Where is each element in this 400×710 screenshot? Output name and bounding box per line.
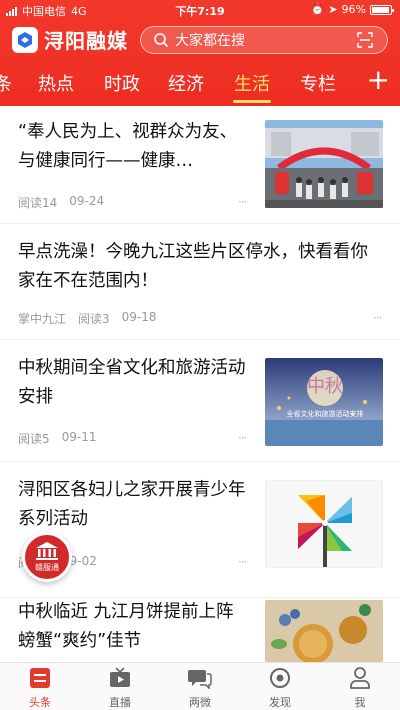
news-thumbnail bbox=[265, 600, 383, 662]
chat-icon bbox=[188, 670, 212, 690]
news-meta: 阅读14 09-24 bbox=[18, 194, 104, 211]
nav-wechat-weibo[interactable]: 两微 bbox=[170, 667, 230, 710]
news-title: 中秋临近 九江月饼提前上阵 螃蟹“爽约”佳节 bbox=[18, 602, 234, 651]
news-title: “奉人民为上、视群众为友、与健康同行——健康… bbox=[18, 122, 238, 171]
headline-icon bbox=[30, 668, 50, 688]
thumb-subtitle-text: 全省文化和旅游活动安排 bbox=[287, 409, 364, 418]
gan-fu-tong-button[interactable]: 赣服通 bbox=[22, 532, 72, 582]
tv-icon bbox=[110, 667, 130, 687]
alarm-icon: ⏰ bbox=[310, 3, 325, 16]
nav-label: 直播 bbox=[109, 696, 131, 709]
nav-headline[interactable]: 头条 bbox=[10, 667, 70, 710]
read-count: 阅读5 bbox=[18, 432, 50, 446]
tab-life[interactable]: 生活 bbox=[234, 70, 270, 96]
publish-date: 09-11 bbox=[61, 430, 97, 444]
read-count: 阅读14 bbox=[18, 196, 58, 210]
more-options-icon[interactable]: ··· bbox=[238, 195, 248, 209]
nav-label: 我 bbox=[354, 696, 366, 709]
search-icon bbox=[154, 33, 169, 48]
user-icon bbox=[350, 667, 370, 689]
logo-mark-icon bbox=[12, 26, 38, 53]
status-bar: 中国电信 4G 下午7:19 ⏰ ➤ 96% bbox=[0, 0, 400, 20]
app-logo[interactable]: 浔阳融媒 bbox=[12, 25, 128, 54]
nav-label: 头条 bbox=[29, 696, 51, 709]
news-meta: 掌中九江 阅读3 09-18 bbox=[18, 310, 157, 327]
nav-label: 发现 bbox=[269, 696, 291, 709]
active-tab-indicator bbox=[233, 100, 271, 103]
location-icon: ➤ bbox=[328, 3, 338, 16]
search-bar[interactable]: 大家都在搜 bbox=[140, 26, 388, 54]
battery-icon bbox=[370, 4, 394, 15]
add-channel-button[interactable]: + bbox=[367, 66, 390, 94]
news-item[interactable]: 早点洗澡！今晚九江这些片区停水，快看看你家在不在范围内！ 掌中九江 阅读3 09… bbox=[0, 224, 400, 340]
float-badge-label: 赣服通 bbox=[35, 563, 59, 572]
news-thumbnail: 中秋 全省文化和旅游活动安排 bbox=[265, 358, 383, 446]
publish-date: 09-24 bbox=[69, 194, 105, 208]
government-building-icon bbox=[36, 542, 58, 560]
channel-tabs: 条 热点 时政 经济 生活 专栏 + bbox=[0, 62, 400, 106]
news-thumbnail bbox=[265, 120, 383, 208]
news-title: 早点洗澡！今晚九江这些片区停水，快看看你家在不在范围内！ bbox=[18, 242, 368, 291]
nav-me[interactable]: 我 bbox=[330, 667, 390, 710]
discover-icon bbox=[270, 668, 290, 688]
search-placeholder: 大家都在搜 bbox=[175, 33, 245, 49]
scan-icon[interactable] bbox=[357, 32, 373, 48]
tab-economy[interactable]: 经济 bbox=[168, 70, 204, 96]
news-item[interactable]: “奉人民为上、视群众为友、与健康同行——健康… 阅读14 09-24 ··· bbox=[0, 106, 400, 224]
nav-live[interactable]: 直播 bbox=[90, 667, 150, 710]
news-meta: 阅读5 09-11 bbox=[18, 430, 97, 447]
bottom-nav: 头条 直播 两微 发现 我 bbox=[0, 662, 400, 710]
news-item[interactable]: 中秋临近 九江月饼提前上阵 螃蟹“爽约”佳节 bbox=[0, 598, 400, 662]
news-title: 浔阳区各妇儿之家开展青少年系列活动 bbox=[18, 480, 246, 529]
more-options-icon[interactable]: ··· bbox=[238, 431, 248, 445]
news-item[interactable]: 中秋期间全省文化和旅游活动安排 阅读5 09-11 ··· 中秋 全省文化和旅游… bbox=[0, 340, 400, 462]
publish-date: 09-18 bbox=[121, 310, 157, 324]
more-options-icon[interactable]: ··· bbox=[373, 311, 383, 325]
nav-discover[interactable]: 发现 bbox=[250, 667, 310, 710]
app-name: 浔阳融媒 bbox=[44, 29, 128, 53]
news-feed: “奉人民为上、视群众为友、与健康同行——健康… 阅读14 09-24 ··· 早… bbox=[0, 106, 400, 662]
tab-politics[interactable]: 时政 bbox=[104, 70, 140, 96]
news-source: 掌中九江 bbox=[18, 312, 67, 326]
app-header: 中国电信 4G 下午7:19 ⏰ ➤ 96% 浔阳融媒 大家都在搜 条 热点 时… bbox=[0, 0, 400, 106]
battery-percent: 96% bbox=[341, 3, 366, 16]
read-count: 阅读3 bbox=[78, 312, 110, 326]
news-thumbnail bbox=[265, 480, 383, 568]
news-title: 中秋期间全省文化和旅游活动安排 bbox=[18, 358, 246, 407]
tab-column[interactable]: 专栏 bbox=[300, 70, 336, 96]
more-options-icon[interactable]: ··· bbox=[238, 555, 248, 569]
tab-headline-partial[interactable]: 条 bbox=[0, 70, 12, 96]
nav-label: 两微 bbox=[189, 696, 211, 709]
tab-hot[interactable]: 热点 bbox=[38, 70, 74, 96]
thumb-title-text: 中秋 bbox=[307, 376, 343, 397]
